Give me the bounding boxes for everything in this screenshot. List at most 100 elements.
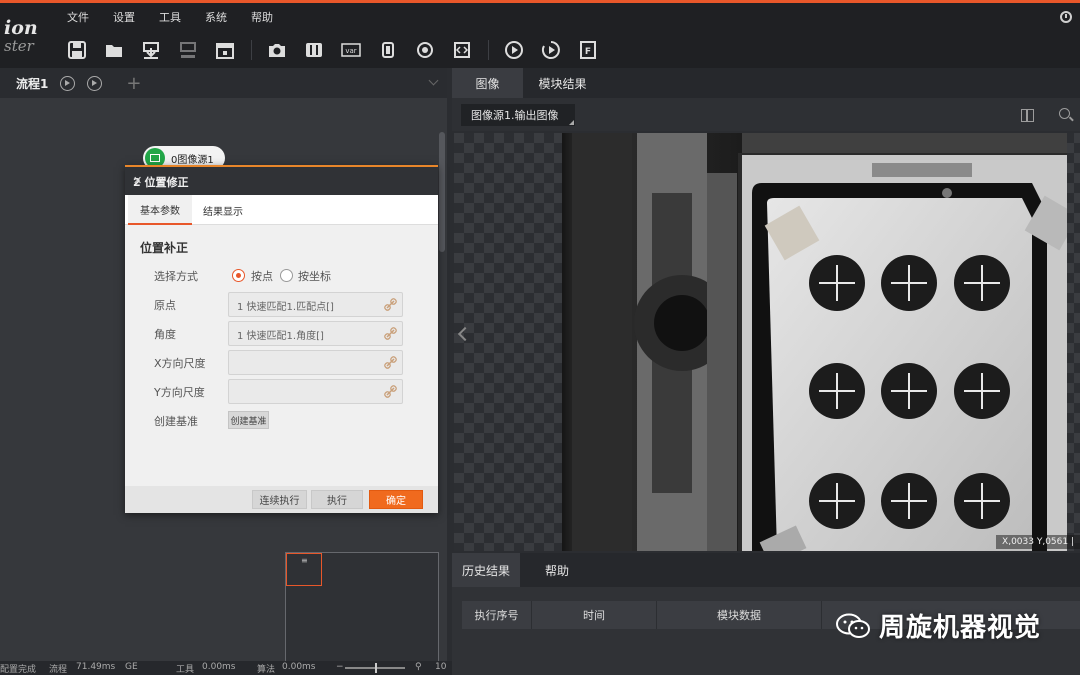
tab-history-results[interactable]: 历史结果 <box>452 553 520 587</box>
open-folder-icon[interactable] <box>103 40 125 60</box>
continuous-run-button[interactable]: 连续执行 <box>252 490 307 509</box>
section-title: 位置补正 <box>140 241 189 255</box>
image-panel: 图像 模块结果 图像源1.输出图像 X,0033 Y,0561 | 历史结果 帮… <box>452 68 1080 675</box>
radio-by-point-label[interactable]: 按点 <box>251 268 273 284</box>
tool-time-label: 工具 <box>176 665 195 675</box>
calendar-icon[interactable] <box>214 40 236 60</box>
variable-icon[interactable]: var <box>340 40 362 60</box>
run-flow-icon[interactable] <box>60 75 76 91</box>
zoom-out-icon[interactable]: − <box>336 662 344 672</box>
angle-label: 角度 <box>154 328 176 341</box>
communication-icon[interactable] <box>414 40 436 60</box>
position-correction-dialog: 2 位置修正 ✕ 基本参数 结果显示 位置补正 选择方式 按点 按坐标 原点 1… <box>125 165 438 513</box>
origin-label: 原点 <box>154 299 176 312</box>
image-toolbar: 图像源1.输出图像 <box>452 98 1080 131</box>
image-source-select[interactable]: 图像源1.输出图像 <box>461 104 575 126</box>
image-tabs: 图像 模块结果 <box>452 68 1080 98</box>
create-base-button[interactable]: 创建基准 <box>228 411 269 429</box>
minimap-viewport[interactable]: ≡ <box>286 553 322 586</box>
node-label: 0图像源1 <box>171 154 214 166</box>
link-icon[interactable] <box>384 356 397 369</box>
algo-time-label: 算法 <box>257 665 276 675</box>
toolbar: var F <box>66 37 614 63</box>
col-module-data[interactable]: 模块数据 <box>657 601 822 629</box>
minimap[interactable]: ≡ ↘ <box>285 552 439 675</box>
status-bar: 配置完成 流程 71.49ms GE 工具 0.00ms 算法 0.00ms −… <box>0 661 452 675</box>
tab-help[interactable]: 帮助 <box>522 553 592 587</box>
menu-settings[interactable]: 设置 <box>113 9 135 25</box>
tool-time: 0.00ms <box>202 662 236 672</box>
tab-flow-1[interactable]: 流程1 <box>16 75 48 92</box>
add-flow-icon[interactable]: + <box>126 73 141 94</box>
header: ion ster 文件 设置 工具 系统 帮助 var F <box>0 3 1080 68</box>
algo-time: 0.00ms <box>282 662 316 672</box>
confirm-button[interactable]: 确定 <box>369 490 423 509</box>
save-icon[interactable] <box>66 40 88 60</box>
menu-system[interactable]: 系统 <box>205 9 227 25</box>
minimap-marker: ≡ <box>301 556 308 565</box>
link-icon[interactable] <box>384 385 397 398</box>
coordinate-readout: X,0033 Y,0561 | <box>996 535 1080 549</box>
execute-button[interactable]: 执行 <box>311 490 363 509</box>
clock-icon[interactable] <box>1060 11 1072 23</box>
camera-icon[interactable] <box>266 40 288 60</box>
logo-line-2: ster <box>4 37 34 55</box>
zoom-value: 10 <box>435 662 447 672</box>
col-time[interactable]: 时间 <box>532 601 657 629</box>
ge-label: GE <box>125 662 138 672</box>
tab-basic-params[interactable]: 基本参数 <box>128 195 192 225</box>
fit-view-icon[interactable] <box>1021 109 1034 122</box>
prev-image-icon[interactable] <box>457 326 473 342</box>
y-scale-field[interactable] <box>228 379 403 404</box>
dialog-body: 位置补正 选择方式 按点 按坐标 原点 1 快速匹配1.匹配点[] 角度 1 快… <box>125 226 438 488</box>
tab-module-results[interactable]: 模块结果 <box>525 68 600 98</box>
menu-tools[interactable]: 工具 <box>159 9 181 25</box>
script-icon[interactable] <box>451 40 473 60</box>
watermark-text: 周旋机器视觉 <box>879 613 1042 643</box>
wechat-icon <box>835 613 871 639</box>
create-base-label: 创建基准 <box>154 415 198 428</box>
logo-line-1: ion <box>4 17 38 39</box>
toolbar-separator <box>251 40 252 60</box>
menu-file[interactable]: 文件 <box>67 9 89 25</box>
x-scale-label: X方向尺度 <box>154 357 206 370</box>
tab-image[interactable]: 图像 <box>452 68 523 98</box>
link-icon[interactable] <box>384 327 397 340</box>
radio-by-point[interactable] <box>232 269 245 282</box>
flow-time-label: 流程 <box>49 665 68 675</box>
angle-field[interactable]: 1 快速匹配1.角度[] <box>228 321 403 346</box>
tab-result-display[interactable]: 结果显示 <box>193 195 253 225</box>
search-icon[interactable]: ⚲ <box>415 662 422 672</box>
select-mode-label: 选择方式 <box>154 270 198 283</box>
chevron-down-icon[interactable] <box>428 75 439 86</box>
export-icon[interactable] <box>177 40 199 60</box>
device-icon[interactable] <box>377 40 399 60</box>
history-tabs: 历史结果 帮助 <box>452 553 1080 587</box>
close-icon[interactable]: ✕ <box>133 174 426 187</box>
col-exec-index[interactable]: 执行序号 <box>462 601 532 629</box>
dialog-title-bar[interactable]: 2 位置修正 ✕ <box>125 167 438 195</box>
origin-field[interactable]: 1 快速匹配1.匹配点[] <box>228 292 403 317</box>
svg-text:F: F <box>585 47 591 57</box>
run-once-icon[interactable] <box>503 40 525 60</box>
menu-help[interactable]: 帮助 <box>251 9 273 25</box>
x-scale-field[interactable] <box>228 350 403 375</box>
loop-flow-icon[interactable] <box>87 75 103 91</box>
image-viewer[interactable]: X,0033 Y,0561 | <box>454 133 1080 551</box>
radio-by-coordinate[interactable] <box>280 269 293 282</box>
import-icon[interactable] <box>140 40 162 60</box>
radio-by-coordinate-label[interactable]: 按坐标 <box>298 268 331 284</box>
controller-icon[interactable] <box>303 40 325 60</box>
link-icon[interactable] <box>384 298 397 311</box>
y-scale-label: Y方向尺度 <box>154 386 205 399</box>
run-loop-icon[interactable] <box>540 40 562 60</box>
zoom-icon[interactable] <box>1059 108 1070 119</box>
config-status: 配置完成 <box>0 665 37 675</box>
zoom-slider[interactable] <box>345 663 405 673</box>
flow-tab-bar: 流程1 + <box>0 68 447 98</box>
menu-bar: 文件 设置 工具 系统 帮助 <box>67 9 297 25</box>
flow-scrollbar[interactable] <box>439 132 445 252</box>
dialog-tabs: 基本参数 结果显示 <box>125 195 438 225</box>
format-icon[interactable]: F <box>577 40 599 60</box>
dialog-footer: 连续执行 执行 确定 <box>125 486 438 513</box>
